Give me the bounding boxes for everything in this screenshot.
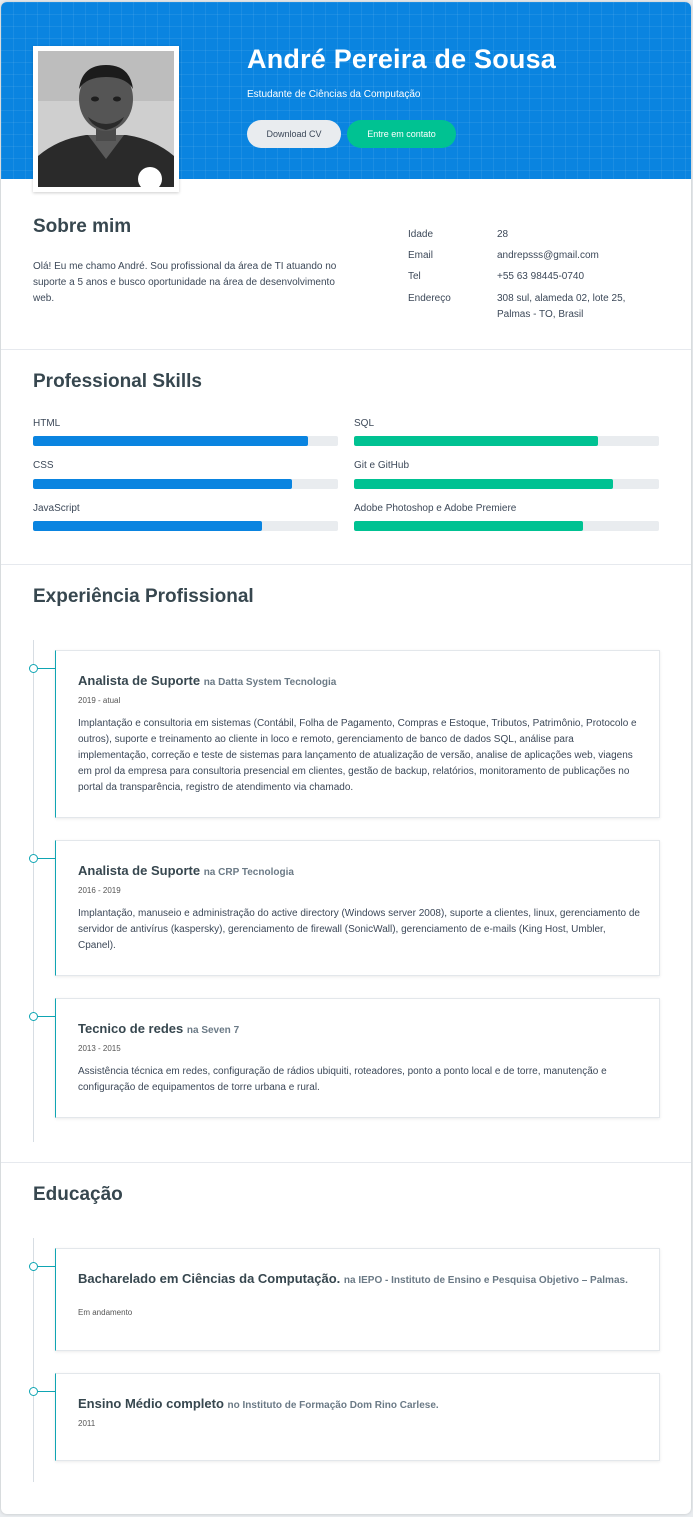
experience-timeline — [33, 640, 34, 1142]
info-value-email[interactable]: andrepsss@gmail.com — [497, 248, 657, 264]
skill-bar-html — [33, 436, 338, 446]
experience-role: Analista de Suporte — [78, 673, 201, 688]
skill-bar-fill — [354, 521, 583, 531]
download-cv-button[interactable]: Download CV — [247, 120, 341, 148]
experience-title-line: Analista de Suporte na Datta System Tecn… — [78, 673, 336, 688]
education-timeline — [33, 1238, 34, 1482]
profile-subtitle: Estudante de Ciências da Computação — [247, 89, 421, 100]
education-institution: na IEPO - Instituto de Ensino e Pesquisa… — [343, 1275, 628, 1286]
info-value-phone: +55 63 98445-0740 — [497, 271, 585, 282]
skill-bar-fill — [33, 521, 262, 531]
experience-item: Analista de Suporte na Datta System Tecn… — [55, 650, 660, 818]
timeline-connector — [38, 1391, 56, 1392]
experience-period: 2019 - atual — [78, 696, 121, 705]
experience-title: Experiência Profissional — [33, 586, 254, 607]
skill-bar-javascript — [33, 521, 338, 531]
about-text: Olá! Eu me chamo André. Sou profissional… — [33, 261, 337, 304]
profile-photo — [38, 51, 174, 187]
divider — [1, 564, 691, 565]
experience-company: na Seven 7 — [186, 1025, 240, 1036]
experience-company: na Datta System Tecnologia — [203, 677, 337, 688]
skill-bar-fill — [33, 479, 293, 489]
about-title: Sobre mim — [33, 216, 132, 237]
education-title-line: Ensino Médio completo no Instituto de Fo… — [78, 1396, 439, 1411]
info-value-address: 308 sul, alameda 02, lote 25, Palmas - T… — [497, 293, 626, 320]
skill-label-css: CSS — [33, 460, 54, 471]
experience-role: Tecnico de redes — [78, 1021, 184, 1036]
timeline-connector — [38, 1016, 56, 1017]
experience-company: na CRP Tecnologia — [203, 867, 294, 878]
info-label-address: Endereço — [408, 293, 451, 304]
education-title-line: Bacharelado em Ciências da Computação. n… — [78, 1271, 640, 1289]
skill-label-sql: SQL — [354, 418, 375, 429]
timeline-dot — [29, 1387, 38, 1396]
skill-label-javascript: JavaScript — [33, 503, 80, 514]
experience-description: Implantação e consultoria em sistemas (C… — [78, 718, 637, 793]
info-label-email: Email — [408, 250, 434, 261]
skill-label-git: Git e GitHub — [354, 460, 410, 471]
contact-button[interactable]: Entre em contato — [347, 120, 456, 148]
experience-title-line: Analista de Suporte na CRP Tecnologia — [78, 863, 294, 878]
experience-period: 2013 - 2015 — [78, 1044, 121, 1053]
skill-bar-fill — [354, 436, 598, 446]
info-label-age: Idade — [408, 229, 434, 240]
timeline-connector — [38, 858, 56, 859]
experience-item: Analista de Suporte na CRP Tecnologia 20… — [55, 840, 660, 976]
info-value-age: 28 — [497, 229, 509, 240]
skill-bar-css — [33, 479, 338, 489]
education-period: 2011 — [78, 1419, 96, 1428]
divider — [1, 1162, 691, 1163]
education-item: Bacharelado em Ciências da Computação. n… — [55, 1248, 660, 1351]
skill-bar-fill — [354, 479, 614, 489]
experience-description: Implantação, manuseio e administração do… — [78, 908, 640, 951]
education-title: Educação — [33, 1184, 123, 1205]
education-course: Bacharelado em Ciências da Computação. — [78, 1271, 341, 1286]
experience-role: Analista de Suporte — [78, 863, 201, 878]
experience-description: Assistência técnica em redes, configuraç… — [78, 1066, 607, 1093]
timeline-dot — [29, 664, 38, 673]
experience-item: Tecnico de redes na Seven 7 2013 - 2015 … — [55, 998, 660, 1118]
education-course: Ensino Médio completo — [78, 1396, 224, 1411]
education-period: Em andamento — [78, 1308, 133, 1317]
resume-card: André Pereira de Sousa Estudante de Ciên… — [1, 2, 691, 1514]
skill-bar-adobe — [354, 521, 659, 531]
skill-bar-fill — [33, 436, 308, 446]
experience-title-line: Tecnico de redes na Seven 7 — [78, 1021, 239, 1036]
skill-label-html: HTML — [33, 418, 61, 429]
timeline-connector — [38, 1266, 56, 1267]
timeline-dot — [29, 1262, 38, 1271]
skills-title: Professional Skills — [33, 371, 202, 392]
education-item: Ensino Médio completo no Instituto de Fo… — [55, 1373, 660, 1461]
timeline-connector — [38, 668, 56, 669]
timeline-dot — [29, 854, 38, 863]
experience-period: 2016 - 2019 — [78, 886, 121, 895]
info-label-phone: Tel — [408, 271, 421, 282]
skill-bar-git — [354, 479, 659, 489]
skill-label-adobe: Adobe Photoshop e Adobe Premiere — [354, 503, 517, 514]
profile-name: André Pereira de Sousa — [247, 44, 557, 74]
skill-bar-sql — [354, 436, 659, 446]
education-institution: no Instituto de Formação Dom Rino Carles… — [227, 1400, 439, 1411]
divider — [1, 349, 691, 350]
timeline-dot — [29, 1012, 38, 1021]
avatar — [33, 46, 179, 192]
